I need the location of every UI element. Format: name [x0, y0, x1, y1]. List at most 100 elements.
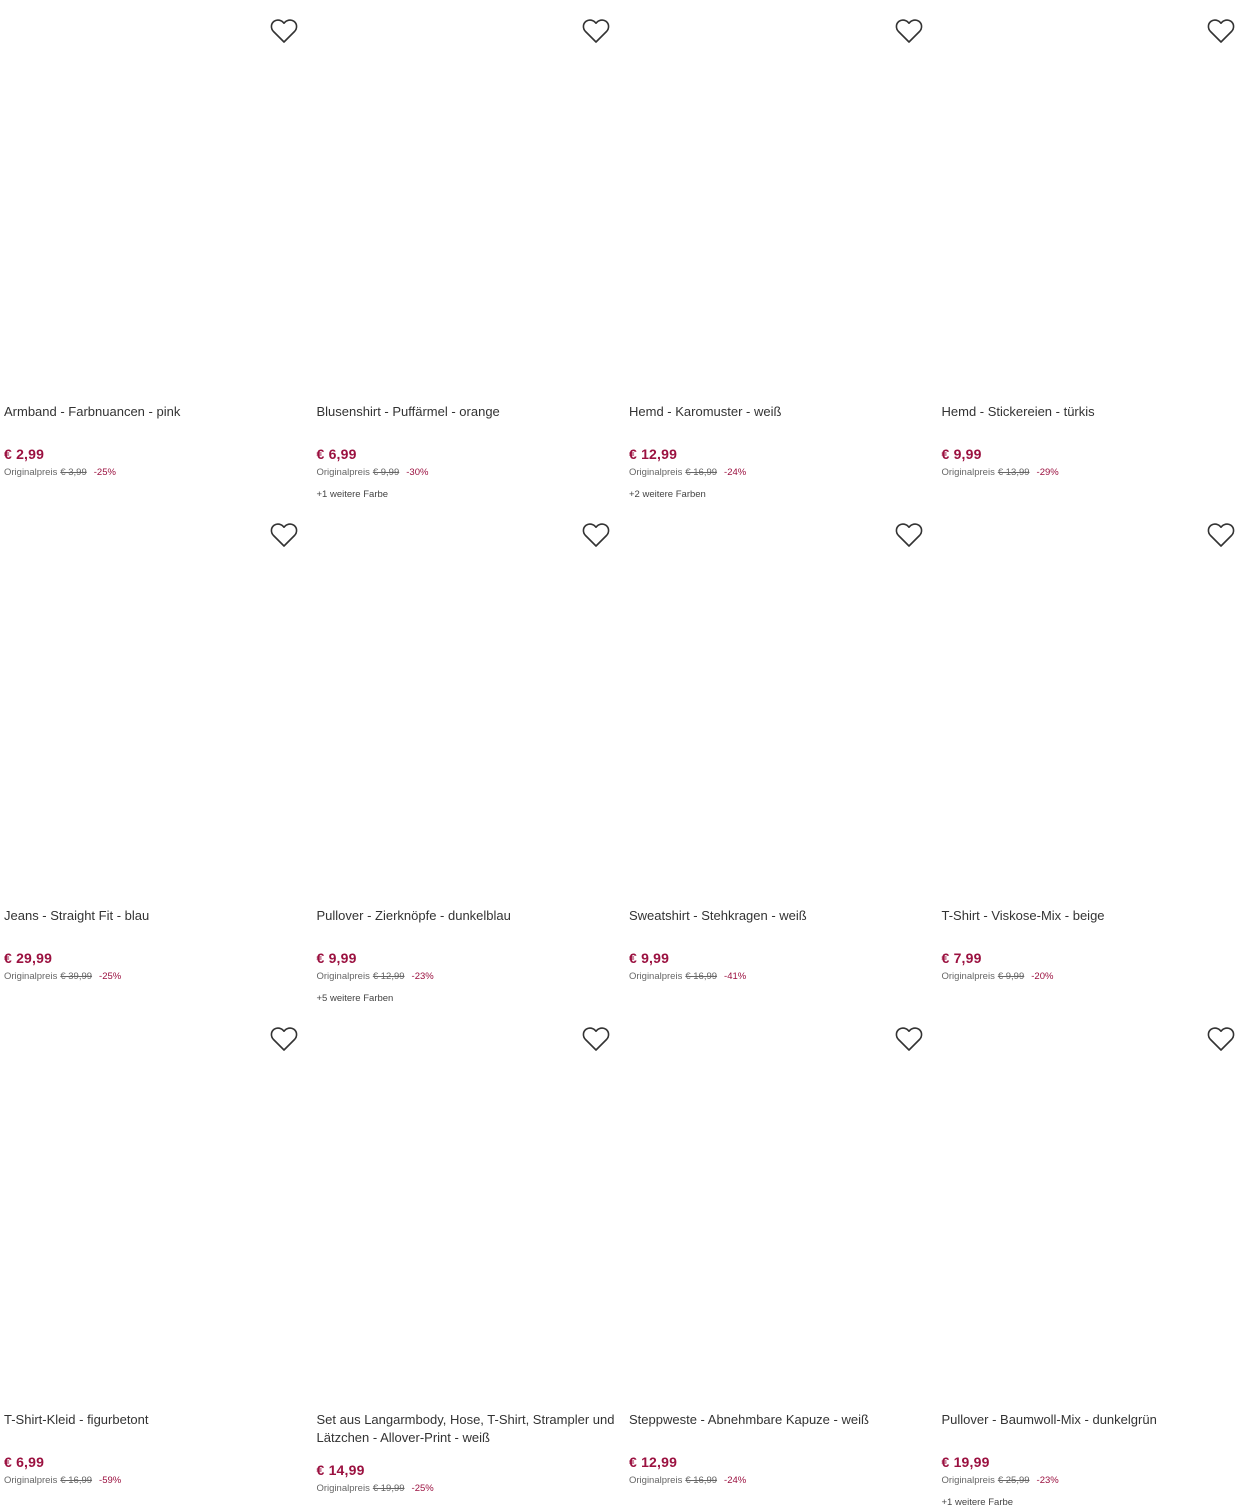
discount-badge: -25%	[93, 467, 116, 478]
original-price: € 16,99	[60, 1475, 93, 1486]
wishlist-heart-icon[interactable]	[269, 1024, 299, 1054]
original-price-label: Originalpreis	[941, 467, 995, 478]
wishlist-heart-icon[interactable]	[894, 16, 924, 46]
product-price: € 2,99	[4, 446, 45, 462]
original-price-label: Originalpreis	[4, 971, 58, 982]
product-card[interactable]: Hemd - Karomuster - weiß € 12,99 Origina…	[625, 0, 938, 504]
product-card[interactable]: Blusenshirt - Puffärmel - orange € 6,99 …	[312, 0, 626, 504]
product-title[interactable]: Jeans - Straight Fit - blau	[4, 907, 303, 925]
original-price: € 39,99	[60, 971, 93, 982]
original-price: € 9,99	[997, 971, 1025, 982]
product-image[interactable]	[0, 0, 303, 396]
product-card[interactable]: Hemd - Stickereien - türkis € 9,99 Origi…	[937, 0, 1250, 504]
product-card[interactable]: Pullover - Zierknöpfe - dunkelblau € 9,9…	[312, 504, 626, 1008]
product-image[interactable]	[312, 1008, 615, 1404]
discount-badge: -24%	[724, 1475, 747, 1486]
product-image[interactable]	[937, 1008, 1240, 1404]
wishlist-heart-icon[interactable]	[1206, 520, 1236, 550]
product-title[interactable]: Hemd - Stickereien - türkis	[942, 403, 1241, 421]
original-price-label: Originalpreis	[629, 1475, 683, 1486]
product-grid: Armband - Farbnuancen - pink € 2,99 Orig…	[0, 0, 1250, 1512]
original-price: € 16,99	[685, 467, 718, 478]
product-price: € 19,99	[941, 1454, 990, 1470]
product-price: € 7,99	[941, 950, 982, 966]
more-colors-link[interactable]: +1 weitere Farbe	[317, 489, 389, 500]
original-price-row: Originalpreis € 16,99 -59%	[4, 1475, 121, 1486]
original-price-row: Originalpreis € 3,99 -25%	[4, 467, 116, 478]
product-card[interactable]: Jeans - Straight Fit - blau € 29,99 Orig…	[0, 504, 313, 1008]
discount-badge: -23%	[1036, 1475, 1059, 1486]
discount-badge: -41%	[724, 971, 747, 982]
discount-badge: -25%	[411, 1483, 434, 1494]
wishlist-heart-icon[interactable]	[1206, 16, 1236, 46]
original-price: € 12,99	[372, 971, 405, 982]
product-image[interactable]	[312, 0, 615, 396]
product-card[interactable]: Sweatshirt - Stehkragen - weiß € 9,99 Or…	[625, 504, 938, 1008]
product-card[interactable]: Steppweste - Abnehmbare Kapuze - weiß € …	[625, 1008, 938, 1512]
product-image[interactable]	[937, 0, 1240, 396]
original-price-label: Originalpreis	[4, 467, 58, 478]
product-price: € 6,99	[4, 1454, 45, 1470]
wishlist-heart-icon[interactable]	[581, 520, 611, 550]
discount-badge: -59%	[99, 1475, 122, 1486]
product-image[interactable]	[0, 504, 303, 900]
product-price: € 12,99	[629, 446, 678, 462]
original-price: € 16,99	[685, 1475, 718, 1486]
product-title[interactable]: Steppweste - Abnehmbare Kapuze - weiß	[629, 1411, 928, 1429]
original-price-label: Originalpreis	[629, 971, 683, 982]
original-price-row: Originalpreis € 25,99 -23%	[942, 1475, 1059, 1486]
more-colors-link[interactable]: +2 weitere Farben	[629, 489, 706, 500]
more-colors-link[interactable]: +5 weitere Farben	[317, 993, 394, 1004]
original-price: € 3,99	[60, 467, 87, 478]
product-image[interactable]	[312, 504, 615, 900]
product-card[interactable]: Set aus Langarmbody, Hose, T-Shirt, Stra…	[312, 1008, 626, 1512]
product-title[interactable]: Sweatshirt - Stehkragen - weiß	[629, 907, 928, 925]
product-title[interactable]: T-Shirt-Kleid - figurbetont	[4, 1411, 303, 1429]
original-price-row: Originalpreis € 16,99 -41%	[629, 971, 746, 982]
original-price-label: Originalpreis	[316, 1483, 370, 1494]
product-price: € 29,99	[4, 950, 53, 966]
wishlist-heart-icon[interactable]	[269, 16, 299, 46]
wishlist-heart-icon[interactable]	[1206, 1024, 1236, 1054]
original-price-row: Originalpreis € 19,99 -25%	[317, 1483, 434, 1494]
product-card[interactable]: T-Shirt-Kleid - figurbetont € 6,99 Origi…	[0, 1008, 313, 1512]
wishlist-heart-icon[interactable]	[894, 1024, 924, 1054]
product-title[interactable]: Armband - Farbnuancen - pink	[4, 403, 303, 421]
product-title[interactable]: T-Shirt - Viskose-Mix - beige	[942, 907, 1241, 925]
product-price: € 9,99	[316, 950, 357, 966]
original-price-row: Originalpreis € 39,99 -25%	[4, 971, 121, 982]
wishlist-heart-icon[interactable]	[894, 520, 924, 550]
original-price: € 16,99	[685, 971, 718, 982]
original-price: € 9,99	[372, 467, 400, 478]
product-image[interactable]	[625, 0, 928, 396]
product-card[interactable]: Pullover - Baumwoll-Mix - dunkelgrün € 1…	[937, 1008, 1250, 1512]
product-title[interactable]: Pullover - Zierknöpfe - dunkelblau	[317, 907, 616, 925]
product-image[interactable]	[937, 504, 1240, 900]
product-image[interactable]	[0, 1008, 303, 1404]
discount-badge: -20%	[1031, 971, 1054, 982]
product-card[interactable]: T-Shirt - Viskose-Mix - beige € 7,99 Ori…	[937, 504, 1250, 1008]
product-title[interactable]: Blusenshirt - Puffärmel - orange	[317, 403, 616, 421]
original-price-row: Originalpreis € 13,99 -29%	[942, 467, 1059, 478]
original-price-row: Originalpreis € 16,99 -24%	[629, 1475, 746, 1486]
product-title[interactable]: Pullover - Baumwoll-Mix - dunkelgrün	[942, 1411, 1241, 1429]
product-title[interactable]: Hemd - Karomuster - weiß	[629, 403, 928, 421]
original-price-row: Originalpreis € 9,99 -30%	[317, 467, 429, 478]
discount-badge: -24%	[724, 467, 747, 478]
wishlist-heart-icon[interactable]	[269, 520, 299, 550]
original-price-row: Originalpreis € 16,99 -24%	[629, 467, 746, 478]
product-price: € 14,99	[316, 1462, 365, 1478]
original-price-label: Originalpreis	[316, 971, 370, 982]
discount-badge: -30%	[406, 467, 429, 478]
product-image[interactable]	[625, 504, 928, 900]
wishlist-heart-icon[interactable]	[581, 16, 611, 46]
original-price-row: Originalpreis € 12,99 -23%	[317, 971, 434, 982]
more-colors-link[interactable]: +1 weitere Farbe	[942, 1497, 1014, 1508]
original-price: € 19,99	[372, 1483, 405, 1494]
product-title[interactable]: Set aus Langarmbody, Hose, T-Shirt, Stra…	[317, 1411, 616, 1446]
product-image[interactable]	[625, 1008, 928, 1404]
product-card[interactable]: Armband - Farbnuancen - pink € 2,99 Orig…	[0, 0, 313, 504]
discount-badge: -29%	[1036, 467, 1059, 478]
wishlist-heart-icon[interactable]	[581, 1024, 611, 1054]
product-price: € 9,99	[941, 446, 982, 462]
